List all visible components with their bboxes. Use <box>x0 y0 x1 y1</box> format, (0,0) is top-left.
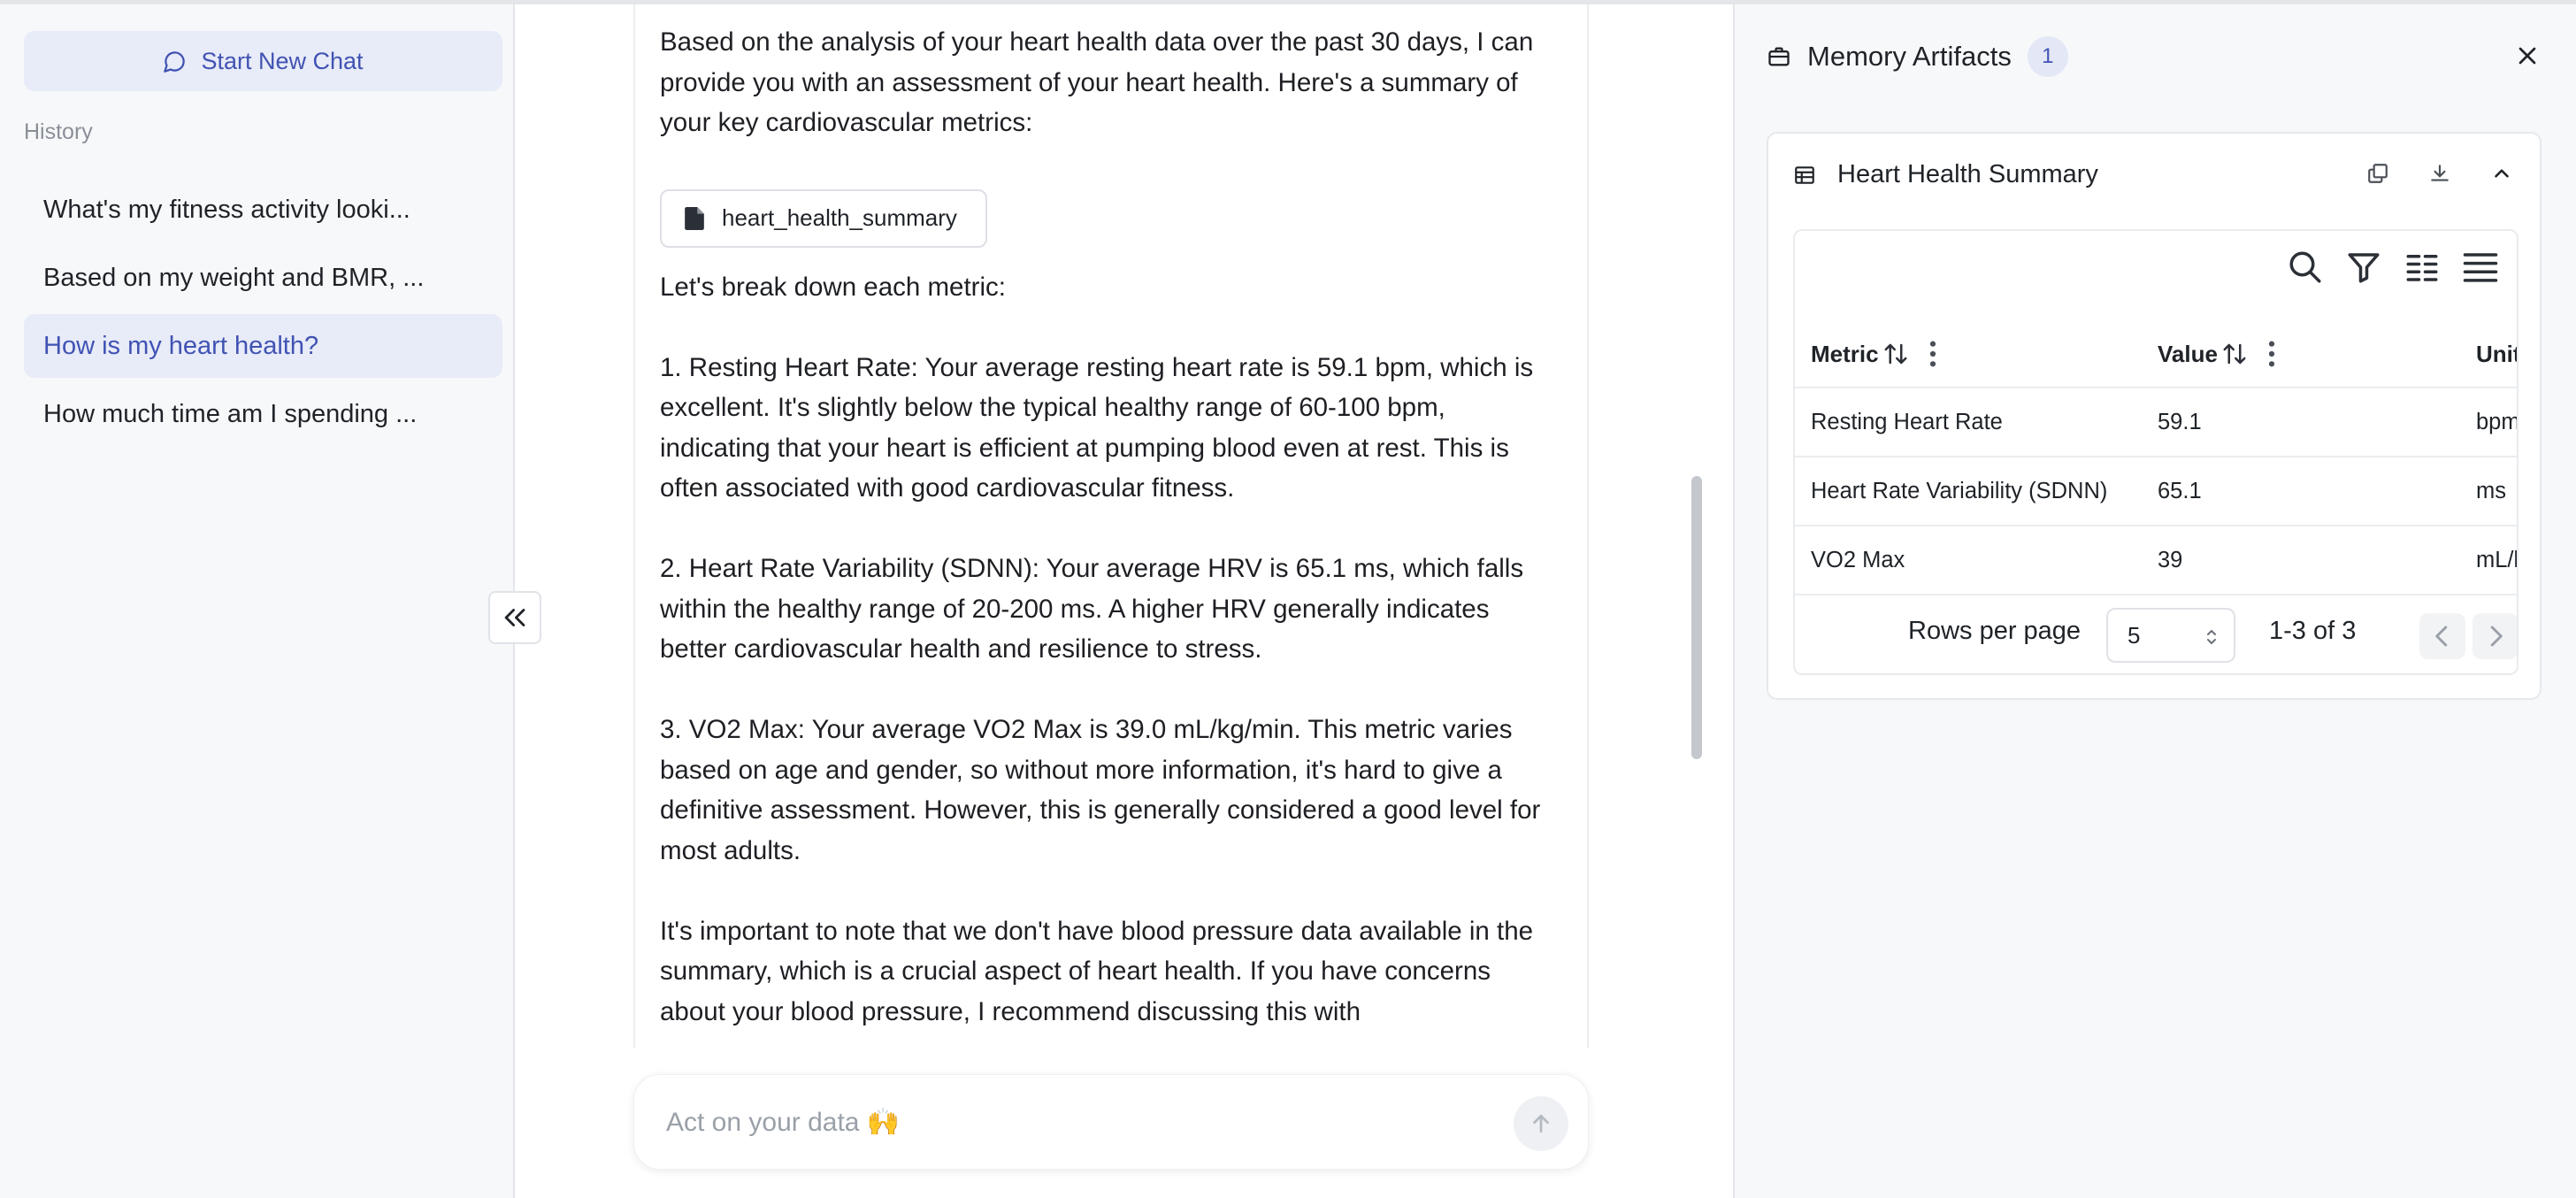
artifact-card-title: Heart Health Summary <box>1837 160 2098 188</box>
file-icon <box>685 206 704 230</box>
cell-metric: VO2 Max <box>1811 547 1905 572</box>
cell-unit: ms <box>2476 478 2506 503</box>
artifact-card-header: Heart Health Summary <box>1793 160 2098 189</box>
metric-paragraph-3: 3. VO2 Max: Your average VO2 Max is 39.0… <box>660 715 1541 865</box>
next-page-button[interactable] <box>2472 613 2517 659</box>
column-menu-icon[interactable] <box>1928 339 1937 369</box>
rows-per-page-value: 5 <box>2128 621 2141 649</box>
history-item[interactable]: What's my fitness activity looki... <box>24 178 502 242</box>
column-header-label: Unit <box>2476 340 2518 367</box>
chat-bubble-icon <box>164 50 186 73</box>
history-list: What's my fitness activity looki... Base… <box>24 178 502 450</box>
filter-icon[interactable] <box>2345 249 2382 286</box>
artifact-chip-label: heart_health_summary <box>722 204 957 231</box>
column-header-label: Value <box>2158 340 2218 367</box>
search-icon[interactable] <box>2287 249 2324 286</box>
assistant-message: Based on the analysis of your heart heal… <box>633 4 1589 1048</box>
history-item[interactable]: How much time am I spending ... <box>24 382 502 446</box>
artifact-card: Heart Health Summary Metric Value Unit R… <box>1767 132 2542 700</box>
cell-value: 65.1 <box>2158 478 2202 503</box>
table-row[interactable]: VO2 Max 39 mL/kg/min <box>1795 526 2517 595</box>
cell-unit: bpm <box>2476 409 2518 434</box>
table-row[interactable]: Heart Rate Variability (SDNN) 65.1 ms <box>1795 457 2517 526</box>
chat-input[interactable] <box>666 1096 1462 1149</box>
previous-page-button[interactable] <box>2419 613 2465 659</box>
chat-scrollbar[interactable] <box>1691 476 1702 759</box>
cell-value: 39 <box>2158 547 2183 572</box>
copy-icon[interactable] <box>2366 162 2389 185</box>
cell-value: 59.1 <box>2158 409 2202 434</box>
breakdown-heading: Let's break down each metric: <box>660 272 1006 302</box>
history-item[interactable]: Based on my weight and BMR, ... <box>24 246 502 310</box>
send-button[interactable] <box>1514 1096 1568 1151</box>
message-intro: Based on the analysis of your heart heal… <box>660 27 1534 137</box>
cell-unit: mL/kg/min <box>2476 547 2517 572</box>
column-header-unit[interactable]: Unit <box>2476 319 2518 388</box>
column-header-value[interactable]: Value <box>2158 319 2276 388</box>
column-header-label: Metric <box>1811 340 1879 367</box>
sort-icon[interactable] <box>2221 342 2248 366</box>
data-table: Metric Value Unit Resting Heart Rate 59.… <box>1793 229 2518 675</box>
briefcase-icon <box>1768 47 1790 66</box>
sort-icon[interactable] <box>1882 342 1909 366</box>
chevron-left-icon <box>2435 626 2448 647</box>
pagination-range: 1-3 of 3 <box>2269 617 2357 645</box>
start-new-chat-button[interactable]: Start New Chat <box>24 31 502 91</box>
sidebar: Start New Chat History What's my fitness… <box>0 4 515 1198</box>
history-heading: History <box>24 119 93 144</box>
rows-per-page-select[interactable]: 5 <box>2106 608 2235 663</box>
artifact-card-actions <box>2366 162 2513 185</box>
table-icon <box>1795 165 1814 184</box>
artifact-chip[interactable]: heart_health_summary <box>660 188 987 248</box>
app-window: Start New Chat History What's my fitness… <box>0 0 2576 1198</box>
table-toolbar <box>2287 249 2499 286</box>
rows-per-page-label: Rows per page <box>1908 617 2082 645</box>
table-row[interactable]: Resting Heart Rate 59.1 bpm <box>1795 388 2518 457</box>
double-chevron-left-icon <box>504 609 525 626</box>
table-pagination: Rows per page 5 1-3 of 3 <box>1795 595 2517 673</box>
panel-header: Memory Artifacts 1 <box>1767 35 2068 79</box>
metric-paragraph-1: 1. Resting Heart Rate: Your average rest… <box>660 352 1534 503</box>
density-icon[interactable] <box>2462 249 2499 286</box>
table-header-row: Metric Value Unit <box>1795 319 2518 388</box>
composer <box>633 1074 1589 1170</box>
memory-artifacts-panel: Memory Artifacts 1 Heart Health Summary <box>1733 4 2576 1198</box>
chevron-right-icon <box>2490 626 2503 647</box>
collapse-sidebar-button[interactable] <box>488 591 541 644</box>
panel-title: Memory Artifacts <box>1807 41 2012 72</box>
arrow-up-icon <box>1533 1114 1549 1133</box>
history-item-active[interactable]: How is my heart health? <box>24 314 502 378</box>
cell-metric: Heart Rate Variability (SDNN) <box>1811 478 2108 503</box>
start-new-chat-label: Start New Chat <box>201 47 364 74</box>
artifact-count-badge: 1 <box>2027 36 2068 77</box>
download-icon[interactable] <box>2428 162 2451 185</box>
chevron-up-icon[interactable] <box>2490 162 2513 185</box>
column-menu-icon[interactable] <box>2267 339 2276 369</box>
note-paragraph: It's important to note that we don't hav… <box>660 916 1534 1026</box>
metric-paragraph-2: 2. Heart Rate Variability (SDNN): Your a… <box>660 554 1524 664</box>
select-arrows-icon <box>2207 630 2216 644</box>
column-header-metric[interactable]: Metric <box>1811 319 1937 388</box>
columns-icon[interactable] <box>2404 249 2441 286</box>
close-icon[interactable] <box>2513 42 2542 70</box>
cell-metric: Resting Heart Rate <box>1811 409 2003 434</box>
